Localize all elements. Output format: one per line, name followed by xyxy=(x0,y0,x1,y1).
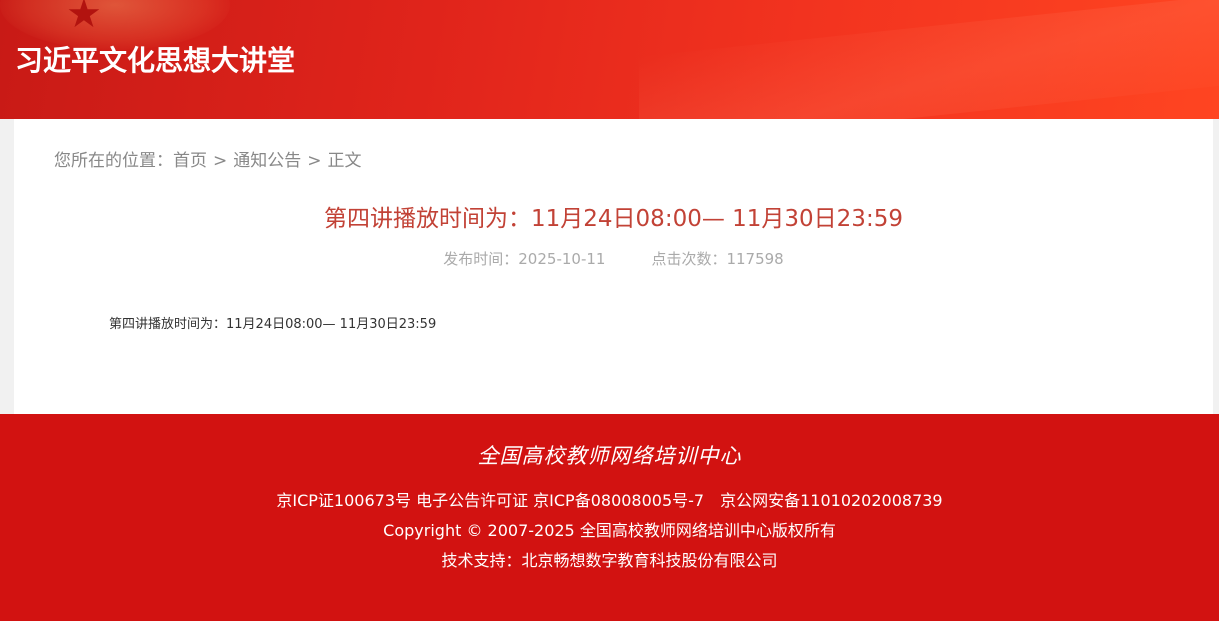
footer-tech-support: 技术支持：北京畅想数字教育科技股份有限公司 xyxy=(441,551,778,570)
footer-icp: 京ICP证100673号 电子公告许可证 京ICP备08008005号-7 京公… xyxy=(276,491,943,510)
breadcrumb-separator: > xyxy=(213,151,228,171)
breadcrumb-section-link[interactable]: 通知公告 xyxy=(233,151,301,171)
breadcrumb: 您所在的位置：首页 > 通知公告 > 正文 xyxy=(54,149,362,173)
breadcrumb-prefix: 您所在的位置： xyxy=(54,151,173,171)
breadcrumb-home-link[interactable]: 首页 xyxy=(173,151,207,171)
click-count: 点击次数：117598 xyxy=(651,250,784,268)
site-header: ★ 习近平文化思想大讲堂 xyxy=(0,0,1219,119)
breadcrumb-separator: > xyxy=(307,151,322,171)
site-title[interactable]: 习近平文化思想大讲堂 xyxy=(15,43,295,79)
breadcrumb-current: 正文 xyxy=(327,151,362,171)
main-content: 您所在的位置：首页 > 通知公告 > 正文 第四讲播放时间为：11月24日08:00— … xyxy=(14,119,1213,414)
footer-logo: 全国高校教师网络培训中心 xyxy=(477,444,742,468)
article-body: 第四讲播放时间为：11月24日08:00— 11月30日23:59 xyxy=(109,317,437,332)
header-flag-decoration xyxy=(639,0,1219,119)
publish-date: 发布时间：2025-10-11 xyxy=(443,250,606,268)
article-title: 第四讲播放时间为：11月24日08:00— 11月30日23:59 xyxy=(324,206,903,232)
footer-copyright: Copyright © 2007-2025 全国高校教师网络培训中心版权所有 xyxy=(383,521,836,540)
site-footer: 全国高校教师网络培训中心 京ICP证100673号 电子公告许可证 京ICP备0… xyxy=(0,414,1219,621)
star-icon: ★ xyxy=(66,0,102,37)
article-meta: 发布时间：2025-10-11 点击次数：117598 xyxy=(14,248,1213,270)
